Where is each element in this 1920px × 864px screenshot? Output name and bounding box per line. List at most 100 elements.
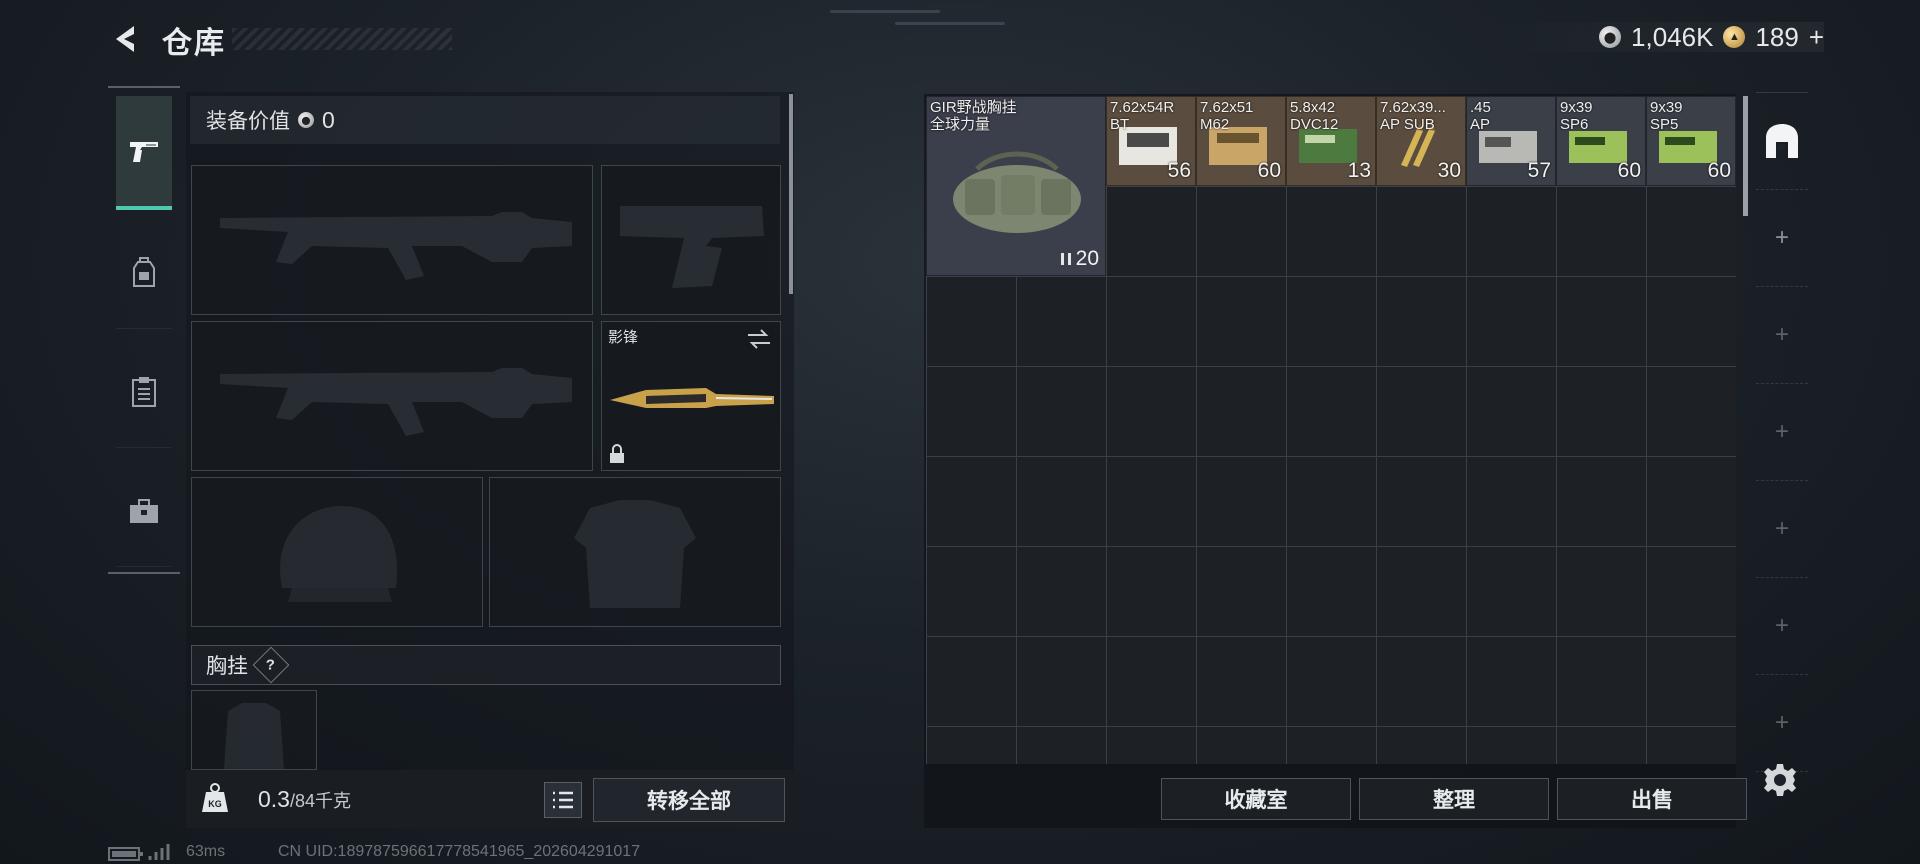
silver-balance: 1,046K: [1631, 21, 1714, 52]
item-quantity: 60: [1257, 159, 1281, 182]
chest-rig-slot[interactable]: [191, 690, 317, 770]
inventory-item-ammo[interactable]: 9x39 SP6 60: [1556, 96, 1646, 186]
add-storage-slot[interactable]: +: [1756, 190, 1808, 287]
organize-button[interactable]: 整理: [1359, 778, 1549, 820]
armor-silhouette-icon: [574, 500, 696, 608]
knife-icon: [610, 388, 774, 408]
equipment-value: 0: [322, 106, 335, 133]
body-armor-slot[interactable]: [489, 477, 781, 627]
list-icon: [553, 791, 573, 809]
ping-readout: 63ms: [186, 843, 226, 860]
equipment-scrollbar[interactable]: [789, 94, 793, 294]
item-name: 9x39: [1560, 99, 1593, 116]
item-variant: SP6: [1560, 116, 1589, 133]
background-streak: [895, 22, 1005, 25]
item-name: 9x39: [1650, 99, 1683, 116]
weight-current: 0.3: [258, 786, 290, 812]
item-name: GIR野战胸挂: [930, 99, 1017, 116]
category-tabs: [108, 86, 180, 574]
item-name: 5.8x42: [1290, 99, 1336, 116]
tab-tools[interactable]: [116, 456, 172, 567]
pistol-icon: [130, 142, 158, 162]
add-storage-slot[interactable]: +: [1756, 578, 1808, 675]
melee-slot[interactable]: 影锋: [601, 321, 781, 471]
item-name: 7.62x54R: [1110, 99, 1175, 116]
item-quantity: 20: [1075, 247, 1099, 270]
item-variant: AP SUB: [1380, 116, 1435, 133]
collection-room-button[interactable]: 收藏室: [1161, 778, 1351, 820]
inventory-item-ammo[interactable]: 7.62x54R BT 56: [1106, 96, 1196, 186]
warehouse-scrollbar[interactable]: [1743, 96, 1748, 216]
transfer-all-button[interactable]: 转移全部: [593, 778, 785, 822]
add-storage-slot[interactable]: +: [1756, 384, 1808, 481]
clipboard-icon: [132, 377, 156, 407]
add-currency-button[interactable]: +: [1809, 22, 1824, 53]
weight-max: /84千克: [289, 791, 352, 811]
silver-coin-icon: ⬤: [1599, 26, 1622, 48]
melee-name: 影锋: [608, 329, 639, 346]
add-storage-slot[interactable]: +: [1756, 675, 1808, 772]
rifle-silhouette-icon: [220, 368, 572, 436]
weight-readout: 0.3/84千克: [258, 786, 351, 813]
add-storage-slot[interactable]: +: [1756, 481, 1808, 578]
equipment-value-row: 装备价值 ⬤ 0: [190, 96, 780, 144]
item-name: 7.62x39...: [1380, 99, 1446, 116]
vest-silhouette-icon: [224, 703, 284, 769]
weight-kg-icon: KG: [202, 783, 228, 812]
storage-tab-main[interactable]: [1756, 92, 1808, 190]
secondary-weapon-slot[interactable]: [191, 321, 593, 471]
gold-coin-icon: ▲: [1723, 26, 1746, 48]
title-decoration: [232, 28, 452, 50]
equipment-value-label: 装备价值: [206, 110, 290, 133]
rifle-silhouette-icon: [220, 212, 572, 280]
inventory-item-ammo[interactable]: 7.62x39... AP SUB 30: [1376, 96, 1466, 186]
background-streak: [830, 10, 940, 13]
battery-icon: [108, 847, 143, 861]
warehouse-grid[interactable]: GIR野战胸挂 全球力量 20 7.62x54R BT 56 7.62x51 M62 …: [926, 96, 1736, 764]
lock-icon: [610, 444, 624, 463]
help-button[interactable]: ?: [252, 646, 290, 684]
item-quantity: 30: [1437, 159, 1461, 182]
tab-weapons[interactable]: [116, 96, 172, 210]
tab-backpack[interactable]: [116, 218, 172, 329]
settings-gear-icon[interactable]: [1762, 762, 1798, 798]
storage-tabs: + + + + + +: [1756, 92, 1808, 772]
chest-rig-header: 胸挂 ?: [191, 645, 781, 685]
ammo-count-icon: [1060, 253, 1071, 265]
primary-weapon-slot[interactable]: [191, 165, 593, 315]
item-variant: M62: [1200, 116, 1230, 133]
page-title: 仓库: [162, 27, 226, 60]
inventory-item-ammo[interactable]: 5.8x42 DVC12 13: [1286, 96, 1376, 186]
warehouse-icon: [1766, 124, 1798, 158]
add-storage-slot[interactable]: +: [1756, 287, 1808, 384]
inventory-item-ammo[interactable]: 9x39 SP5 60: [1646, 96, 1736, 186]
user-uid: CN UID:1897875966177785419​65_2026042910…: [278, 843, 641, 860]
helmet-slot[interactable]: [191, 477, 483, 627]
item-variant: AP: [1470, 116, 1491, 133]
item-brand: 全球力量: [930, 116, 991, 133]
inventory-item-ammo[interactable]: .45 AP 57: [1466, 96, 1556, 186]
list-view-button[interactable]: [544, 782, 582, 818]
inventory-item-bag[interactable]: GIR野战胸挂 全球力量 20: [926, 96, 1106, 276]
chest-rig-label: 胸挂: [206, 655, 248, 678]
sell-button[interactable]: 出售: [1557, 778, 1747, 820]
item-quantity: 57: [1527, 159, 1551, 182]
duffel-bag-icon: [953, 151, 1081, 233]
inventory-item-ammo[interactable]: 7.62x51 M62 60: [1196, 96, 1286, 186]
item-quantity: 60: [1707, 159, 1731, 182]
pistol-silhouette-icon: [620, 206, 764, 288]
item-quantity: 60: [1617, 159, 1641, 182]
svg-text:KG: KG: [208, 799, 222, 809]
currency-bar: ⬤ 1,046K ▲ 189 +: [1488, 22, 1824, 52]
helmet-silhouette-icon: [280, 506, 398, 602]
back-arrow-icon[interactable]: [108, 22, 142, 56]
tab-vest[interactable]: [116, 337, 172, 448]
item-quantity: 13: [1347, 159, 1371, 182]
gold-balance: 189: [1755, 21, 1799, 52]
item-quantity: 56: [1167, 159, 1191, 182]
item-name: .45: [1470, 99, 1491, 116]
item-variant: SP5: [1650, 116, 1679, 133]
sidearm-slot[interactable]: [601, 165, 781, 315]
swap-arrows-icon[interactable]: [746, 328, 772, 350]
item-variant: DVC12: [1290, 116, 1339, 133]
